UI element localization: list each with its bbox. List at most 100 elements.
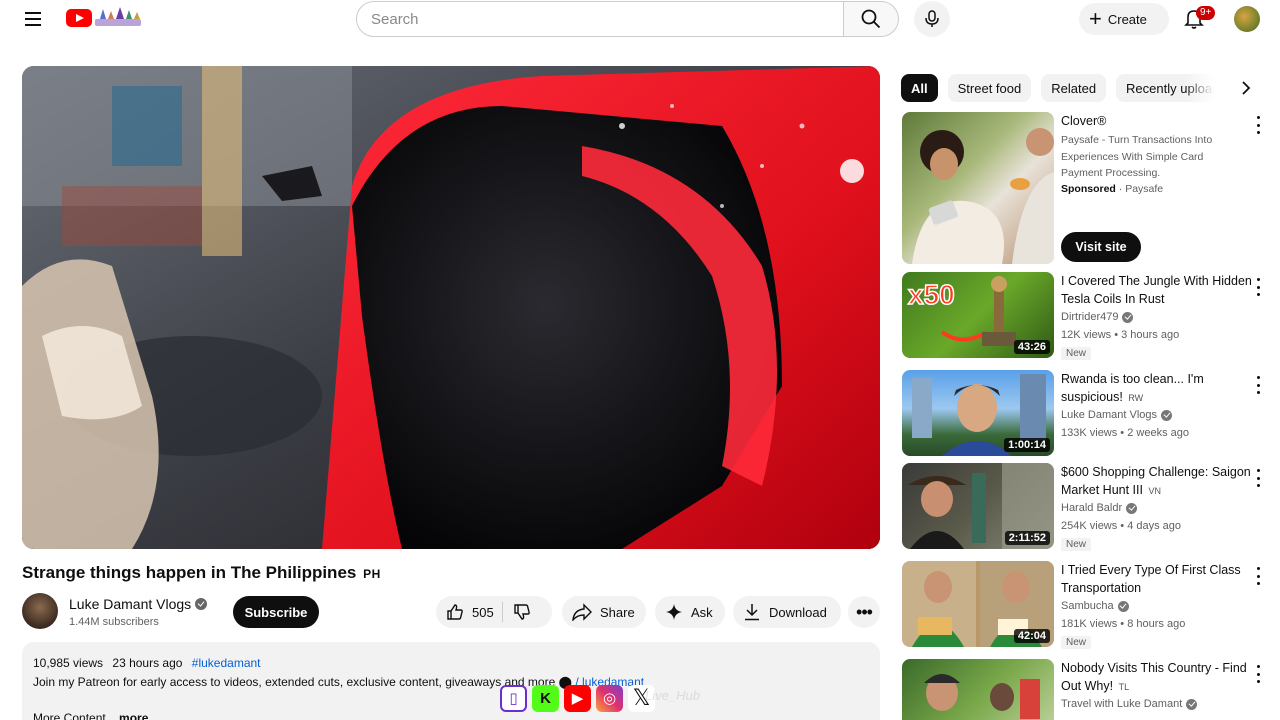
country-code: VN xyxy=(1148,486,1161,496)
video-title-text: Strange things happen in The Philippines xyxy=(22,563,357,582)
ad-sponsored-line: Sponsored · Paysafe xyxy=(1061,183,1164,195)
search-input[interactable]: Search xyxy=(356,1,844,37)
video-duration: 43:26 xyxy=(1013,340,1050,354)
top-bar: Search + Create 9+ xyxy=(0,0,1280,40)
visit-site-button[interactable]: Visit site xyxy=(1061,232,1141,262)
chip-related[interactable]: Related xyxy=(1041,74,1107,102)
recommendation-stats: 12K views • 3 hours ago xyxy=(1061,329,1180,341)
voice-search-button[interactable] xyxy=(914,1,950,37)
hashtag-link[interactable]: #lukedamant xyxy=(192,656,261,670)
recommendation-item: x50 43:26 I Covered The Jungle With Hidd… xyxy=(902,272,1272,362)
ask-label: Ask xyxy=(691,604,713,620)
more-actions-button[interactable]: ••• xyxy=(848,596,880,628)
show-more-link[interactable]: ...more xyxy=(109,711,148,720)
share-label: Share xyxy=(600,604,635,620)
recommendation-thumbnail[interactable]: x50 43:26 xyxy=(902,272,1054,358)
recommendation-title[interactable]: $600 Shopping Challenge: Saigon Market H… xyxy=(1061,463,1253,500)
recommendation-item: Nobody Visits This Country - Find Out Wh… xyxy=(902,659,1272,720)
description-meta: 10,985 views 23 hours ago #lukedamant xyxy=(33,654,869,673)
recommendation-title[interactable]: Rwanda is too clean... I'm suspicious! R… xyxy=(1061,370,1253,407)
share-button[interactable]: Share xyxy=(562,596,646,628)
description-text: Join my Patreon for early access to vide… xyxy=(33,675,556,689)
description-more-row: More Content ...more xyxy=(33,709,869,720)
recommendation-channel[interactable]: Dirtrider479 xyxy=(1061,311,1134,323)
recommendation-menu-icon[interactable] xyxy=(1252,376,1264,394)
recommendation-menu-icon[interactable] xyxy=(1252,665,1264,683)
verified-icon xyxy=(195,598,208,610)
search-button[interactable] xyxy=(843,1,899,37)
create-button[interactable]: + Create xyxy=(1079,3,1169,35)
upload-age: 23 hours ago xyxy=(112,656,183,670)
recommendation-channel[interactable]: Sambucha xyxy=(1061,600,1129,612)
twitch-icon[interactable]: ▯ xyxy=(500,684,527,712)
recommendation-channel[interactable]: Luke Damant Vlogs xyxy=(1061,409,1172,421)
recommendation-channel[interactable]: Travel with Luke Damant xyxy=(1061,698,1198,710)
plus-icon: + xyxy=(1089,6,1102,31)
verified-icon xyxy=(1186,698,1198,710)
dislike-button[interactable] xyxy=(503,603,531,621)
recommendation-thumbnail[interactable]: 1:00:14 xyxy=(902,370,1054,456)
recommendation-menu-icon[interactable] xyxy=(1252,567,1264,585)
recommendation-thumbnail[interactable]: 42:04 xyxy=(902,561,1054,647)
video-duration: 1:00:14 xyxy=(1004,438,1050,452)
description-line: Join my Patreon for early access to vide… xyxy=(33,673,869,692)
share-icon xyxy=(572,603,592,621)
youtube-icon[interactable]: ▶ xyxy=(564,684,591,712)
microphone-icon xyxy=(925,10,939,27)
doodle-logo[interactable] xyxy=(94,5,142,29)
recommendation-menu-icon[interactable] xyxy=(1252,278,1264,296)
recommendation-menu-icon[interactable] xyxy=(1252,469,1264,487)
chip-recently-uploaded[interactable]: Recently uploaded xyxy=(1116,74,1215,102)
account-avatar[interactable] xyxy=(1234,6,1260,32)
verified-icon xyxy=(1126,502,1138,514)
channel-avatar[interactable] xyxy=(22,593,58,629)
recommendation-thumbnail[interactable]: 2:11:52 xyxy=(902,463,1054,549)
thumbnail-image xyxy=(924,674,1040,719)
ad-title[interactable]: Clover® xyxy=(1061,112,1253,130)
youtube-logo[interactable] xyxy=(66,9,92,27)
video-player[interactable] xyxy=(22,66,880,549)
create-label: Create xyxy=(1107,11,1147,27)
recommendation-thumbnail[interactable] xyxy=(902,659,1054,720)
more-content-label: More Content xyxy=(33,711,106,720)
subscriber-count: 1.44M subscribers xyxy=(69,616,159,628)
country-code: RW xyxy=(1128,393,1144,403)
thumbs-up-icon xyxy=(447,604,463,620)
recommendation-title[interactable]: I Covered The Jungle With Hidden Tesla C… xyxy=(1061,272,1253,308)
chevron-right-icon[interactable] xyxy=(1236,78,1256,98)
chip-all[interactable]: All xyxy=(901,74,938,102)
subscribe-button[interactable]: Subscribe xyxy=(233,596,319,628)
channel-name[interactable]: Luke Damant Vlogs xyxy=(69,596,208,612)
country-code: PH xyxy=(363,567,381,581)
download-button[interactable]: Download xyxy=(733,596,841,628)
recommendation-title[interactable]: Nobody Visits This Country - Find Out Wh… xyxy=(1061,659,1253,696)
kick-icon[interactable]: K xyxy=(532,684,559,712)
recommendation-stats: 181K views • 8 hours ago xyxy=(1061,618,1186,630)
like-count: 505 xyxy=(472,604,494,620)
recommendation-item: 2:11:52 $600 Shopping Challenge: Saigon … xyxy=(902,463,1272,553)
instagram-icon[interactable]: ◎ xyxy=(596,684,623,712)
menu-icon[interactable] xyxy=(20,8,46,30)
download-label: Download xyxy=(769,604,827,620)
search-icon xyxy=(861,9,881,29)
new-badge: New xyxy=(1061,538,1092,551)
like-dislike-bar: 505 xyxy=(436,596,552,628)
video-title: Strange things happen in The Philippines… xyxy=(22,563,381,584)
advertiser-name: Paysafe xyxy=(1125,183,1164,195)
recommendation-stats: 254K views • 4 days ago xyxy=(1061,520,1182,532)
ad-thumbnail[interactable] xyxy=(902,112,1054,264)
chip-street-food[interactable]: Street food xyxy=(947,74,1032,102)
like-button[interactable]: 505 xyxy=(436,596,494,628)
recommendation-channel[interactable]: Harald Baldr xyxy=(1061,502,1138,514)
recommendation-channel-name: Harald Baldr xyxy=(1061,502,1123,514)
new-badge: New xyxy=(1061,636,1092,649)
ad-menu-icon[interactable] xyxy=(1252,116,1264,134)
recommendation-item: 1:00:14 Rwanda is too clean... I'm suspi… xyxy=(902,370,1272,458)
verified-icon xyxy=(1117,600,1129,612)
notification-badge: 9+ xyxy=(1196,6,1216,20)
ask-button[interactable]: Ask xyxy=(655,596,725,628)
view-count: 10,985 views xyxy=(33,656,104,670)
description-box[interactable]: 10,985 views 23 hours ago #lukedamant Jo… xyxy=(22,642,880,720)
recommendation-title[interactable]: I Tried Every Type Of First Class Transp… xyxy=(1061,561,1253,597)
recommendation-channel-name: Sambucha xyxy=(1061,600,1114,612)
